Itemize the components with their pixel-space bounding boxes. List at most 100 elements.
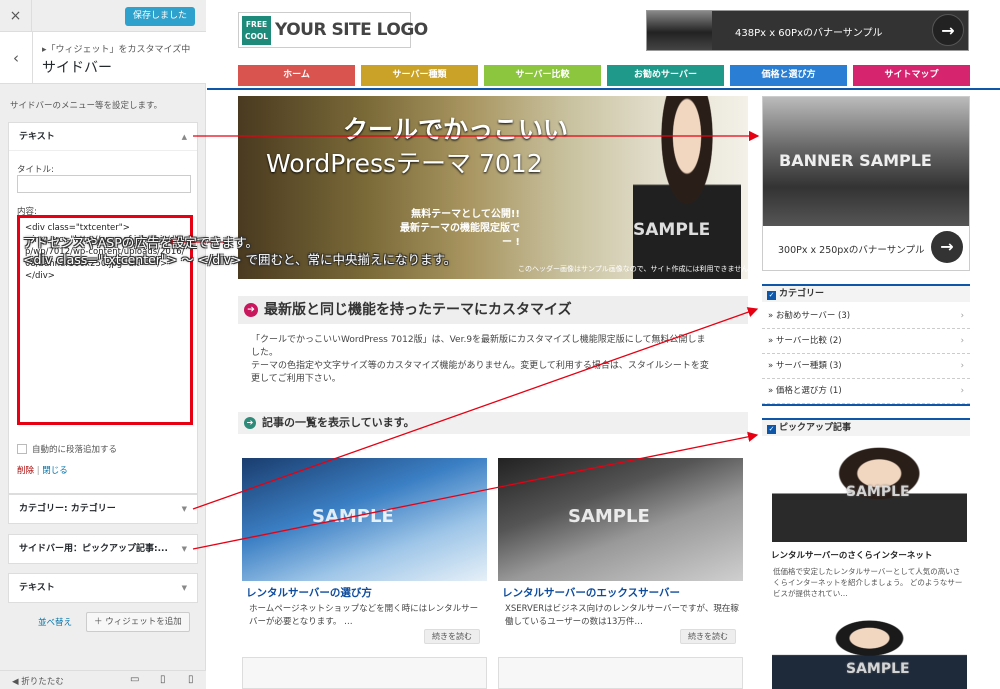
customizer-panel: × 保存しました ‹ ▸「ウィジェット」をカスタマイズ中 サイドバー サイドバー… (0, 0, 206, 689)
pickup-thumbnail[interactable]: SAMPLE (772, 607, 967, 689)
nav-item-pricing[interactable]: 価格と選び方 (730, 65, 847, 86)
add-widget-button[interactable]: ＋ ウィジェットを追加 (86, 612, 190, 632)
arrow-right-icon[interactable]: → (931, 231, 963, 263)
post-thumbnail[interactable]: SAMPLE (242, 458, 487, 581)
nav-divider (207, 88, 1000, 90)
save-button[interactable]: 保存しました (124, 7, 195, 26)
add-widget-label: ウィジェットを追加 (105, 617, 182, 627)
category-link[interactable]: » サーバー種類 (3) (768, 361, 842, 371)
page-title: サイドバー (42, 60, 112, 76)
checkbox-icon: ✓ (767, 291, 776, 300)
post-thumbnail[interactable]: SAMPLE (498, 458, 743, 581)
section-heading-text: 記事の一覧を表示しています。 (262, 416, 415, 429)
tablet-preview-icon[interactable]: ▯ (160, 674, 166, 685)
hero-sample-watermark: SAMPLE (633, 220, 711, 240)
category-divider (762, 404, 970, 406)
widget-header[interactable]: テキスト ▲ (9, 123, 197, 151)
sample-watermark: SAMPLE (846, 661, 910, 677)
chevron-right-icon: › (960, 386, 964, 396)
logo-text: YOUR SITE LOGO (275, 20, 428, 40)
site-preview: FREE COOL YOUR SITE LOGO 438Px x 60Pxのバナ… (207, 0, 1000, 689)
hero-person-image (633, 96, 741, 279)
checkbox-box[interactable] (17, 444, 27, 454)
hero-headline: クールでかっこいい (343, 115, 569, 144)
widget-category[interactable]: カテゴリー: カテゴリー ▼ (8, 494, 198, 524)
banner-text: 438Px x 60Pxのバナーサンプル (735, 28, 883, 39)
post-title[interactable]: レンタルサーバーのエックスサーバー (502, 585, 680, 600)
annotation-line-2: <div class="txtcenter"> ～ </div> で囲むと、常に… (23, 252, 457, 267)
intro-paragraph-1: 「クールでかっこいいWordPress 7012版」は、Ver.9を最新版にカス… (251, 335, 706, 358)
desktop-preview-icon[interactable]: ▭ (130, 674, 139, 685)
sidebar-banner[interactable]: BANNER SAMPLE 300Px x 250pxのバナーサンプル → (762, 96, 970, 271)
caret-up-icon[interactable]: ▲ (182, 123, 187, 151)
list-item[interactable]: » サーバー種類 (3) › (762, 354, 970, 379)
reorder-link[interactable]: 並べ替え (38, 616, 72, 628)
post-card[interactable]: SAMPLE レンタルサーバーのエックスサーバー XSERVERはビジネス向けの… (498, 458, 743, 644)
list-item[interactable]: » サーバー比較 (2) › (762, 329, 970, 354)
read-more-button[interactable]: 続きを読む (680, 629, 736, 644)
category-link[interactable]: » お勧めサーバー (3) (768, 311, 850, 321)
nav-item-recommended[interactable]: お勧めサーバー (607, 65, 724, 86)
pickup-title[interactable]: レンタルサーバーのさくらインターネット (771, 549, 932, 561)
arrow-circle-icon: ➔ (244, 417, 256, 429)
nav-item-sitemap[interactable]: サイトマップ (853, 65, 970, 86)
widget-header[interactable]: テキスト ▼ (9, 574, 197, 602)
post-excerpt: ホームページネットショップなどを開く時にはレンタルサーバーが必要となります。 … (249, 604, 479, 627)
back-chevron-icon[interactable]: ‹ (0, 32, 33, 84)
mobile-preview-icon[interactable]: ▯ (188, 674, 194, 685)
read-more-button[interactable]: 続きを読む (424, 629, 480, 644)
annotation-callout: アドセンスやASPの広告を設定できます。 <div class="txtcent… (23, 234, 456, 268)
widget-header[interactable]: カテゴリー: カテゴリー ▼ (9, 495, 197, 523)
widget-pickup[interactable]: サイドバー用：ピックアップ記事:... ▼ (8, 534, 198, 564)
widget-actions: 削除 | 閉じる (17, 464, 68, 476)
caret-down-icon[interactable]: ▼ (182, 574, 187, 602)
list-item[interactable]: » お勧めサーバー (3) › (762, 304, 970, 329)
intro-text: 「クールでかっこいいWordPress 7012版」は、Ver.9を最新版にカス… (251, 334, 711, 386)
caret-down-icon[interactable]: ▼ (182, 535, 187, 563)
close-link[interactable]: 閉じる (42, 466, 68, 476)
checkbox-icon: ✓ (767, 425, 776, 434)
logo-badge-line2: COOL (244, 32, 269, 41)
banner-caption: 300Px x 250pxのバナーサンプル (778, 245, 925, 256)
arrow-right-icon[interactable]: → (932, 14, 964, 46)
category-list: » お勧めサーバー (3) › » サーバー比較 (2) › » サーバー種類 (3… (762, 304, 970, 404)
pickup-thumbnail[interactable]: SAMPLE (772, 444, 967, 542)
plus-icon: ＋ (94, 617, 103, 627)
global-nav: ホーム サーバー種類 サーバー比較 お勧めサーバー 価格と選び方 サイトマップ (238, 65, 970, 86)
section-heading-posts: ➔ 記事の一覧を表示しています。 (238, 412, 748, 434)
nav-item-home[interactable]: ホーム (238, 65, 355, 86)
post-title[interactable]: レンタルサーバーの選び方 (246, 585, 372, 600)
category-link[interactable]: » 価格と選び方 (1) (768, 386, 842, 396)
customizer-footer: ◀ 折りたたむ ▭ ▯ ▯ (0, 670, 206, 689)
post-card-partial[interactable] (242, 657, 487, 689)
intro-paragraph-2: テーマの色指定や文字サイズ等のカスタマイズ機能がありません。変更して利用する場合… (251, 361, 709, 384)
customizer-header: × 保存しました (0, 0, 206, 32)
collapse-button[interactable]: ◀ 折りたたむ (12, 675, 64, 687)
section-heading-customize: ➔ 最新版と同じ機能を持ったテーマにカスタマイズ (238, 296, 748, 324)
caret-down-icon[interactable]: ▼ (182, 495, 187, 523)
pickup-widget-heading: ✓ ピックアップ記事 (762, 418, 970, 436)
site-logo[interactable]: FREE COOL YOUR SITE LOGO (238, 12, 428, 48)
title-input[interactable] (17, 175, 191, 193)
auto-paragraph-checkbox[interactable]: 自動的に段落追加する (17, 443, 117, 455)
sample-watermark: SAMPLE (312, 506, 394, 527)
post-card-partial[interactable] (498, 657, 743, 689)
banner-photo (647, 11, 712, 50)
section-header: ‹ ▸「ウィジェット」をカスタマイズ中 サイドバー (0, 32, 206, 84)
widget-text-collapsed[interactable]: テキスト ▼ (8, 573, 198, 603)
list-item[interactable]: » 価格と選び方 (1) › (762, 379, 970, 404)
close-icon[interactable]: × (0, 0, 32, 32)
hero-tagline-line1: 無料テーマとして公開!! (411, 209, 520, 220)
nav-item-server-types[interactable]: サーバー種類 (361, 65, 478, 86)
breadcrumb: ▸「ウィジェット」をカスタマイズ中 (42, 45, 191, 55)
post-card[interactable]: SAMPLE レンタルサーバーの選び方 ホームページネットショップなどを開く時に… (242, 458, 487, 644)
widget-title: カテゴリー: カテゴリー (19, 504, 116, 514)
annotation-line-1: アドセンスやASPの広告を設定できます。 (23, 235, 259, 250)
widget-header[interactable]: サイドバー用：ピックアップ記事:... ▼ (9, 535, 197, 563)
collapse-label: 折りたたむ (21, 677, 64, 687)
category-link[interactable]: » サーバー比較 (2) (768, 336, 842, 346)
nav-item-server-compare[interactable]: サーバー比較 (484, 65, 601, 86)
delete-link[interactable]: 削除 (17, 466, 34, 476)
header-banner[interactable]: 438Px x 60Pxのバナーサンプル → (646, 10, 969, 51)
collapse-icon: ◀ (12, 677, 19, 687)
